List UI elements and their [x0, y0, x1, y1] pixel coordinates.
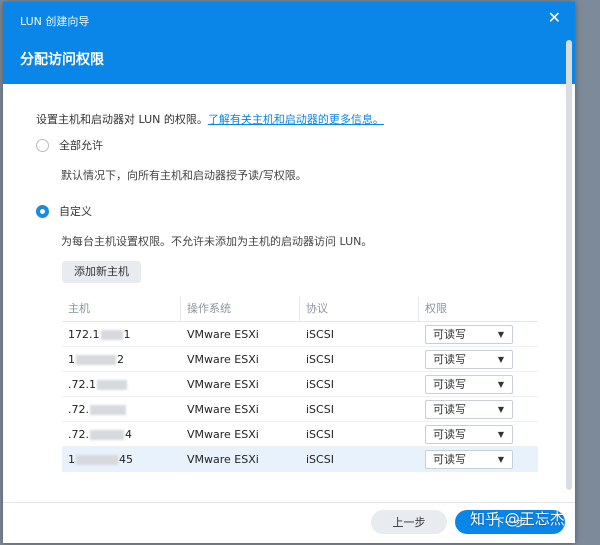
protocol-cell: iSCSI — [306, 452, 334, 466]
redacted-mark — [76, 354, 116, 365]
chevron-down-icon: ▼ — [497, 404, 504, 414]
column-header[interactable]: 协议 — [300, 297, 419, 321]
protocol-cell: iSCSI — [306, 427, 334, 441]
permission-select[interactable]: 可读写 ▼ — [425, 424, 513, 444]
host-table: 主机 操作系统 协议 权限 172.1 1 VMware ESXi iSCSI 可… — [62, 297, 538, 472]
protocol-cell: iSCSI — [306, 377, 334, 391]
lun-wizard-dialog: LUN 创建向导 ✕ 分配访问权限 设置主机和启动器对 LUN 的权限。了解有关… — [3, 2, 575, 543]
host-cell: 172.1 1 — [62, 328, 181, 341]
scrollbar[interactable] — [566, 40, 572, 490]
host-cell: .72. — [62, 403, 181, 416]
close-icon[interactable]: ✕ — [548, 10, 561, 26]
option-label: 全部允许 — [59, 139, 103, 152]
host-text: 45 — [119, 452, 133, 466]
permission-value: 可读写 — [433, 353, 466, 366]
radio-allow-all[interactable] — [36, 138, 49, 152]
host-text: .72.1 — [68, 377, 96, 391]
permission-value: 可读写 — [433, 328, 466, 341]
radio-custom[interactable] — [36, 204, 49, 218]
option-hint: 默认情况下，向所有主机和启动器授予读/写权限。 — [61, 169, 307, 182]
redacted-mark — [97, 379, 127, 390]
host-text: 172.1 — [68, 327, 100, 341]
permission-select[interactable]: 可读写 ▼ — [425, 399, 513, 419]
step-title: 分配访问权限 — [20, 52, 104, 68]
table-header: 主机 操作系统 协议 权限 — [62, 297, 538, 322]
permission-value: 可读写 — [433, 403, 466, 416]
os-cell: VMware ESXi — [187, 452, 259, 466]
option-custom[interactable]: 自定义 — [36, 203, 92, 219]
os-cell: VMware ESXi — [187, 402, 259, 416]
column-header[interactable]: 主机 — [62, 297, 181, 321]
table-row[interactable]: .72. 4 VMware ESXi iSCSI 可读写 ▼ — [62, 422, 538, 447]
chevron-down-icon: ▼ — [497, 454, 504, 464]
permission-cell: 可读写 ▼ — [419, 324, 538, 344]
permission-select[interactable]: 可读写 ▼ — [425, 349, 513, 369]
permission-value: 可读写 — [433, 428, 466, 441]
redacted-mark — [100, 329, 123, 340]
permission-select[interactable]: 可读写 ▼ — [425, 374, 513, 394]
host-text: .72. — [68, 427, 89, 441]
description: 设置主机和启动器对 LUN 的权限。了解有关主机和启动器的更多信息。 — [36, 111, 384, 127]
permission-cell: 可读写 ▼ — [419, 424, 538, 444]
host-text: 4 — [125, 427, 132, 441]
chevron-down-icon: ▼ — [497, 379, 504, 389]
help-link[interactable]: 了解有关主机和启动器的更多信息。 — [208, 113, 384, 126]
permission-value: 可读写 — [433, 453, 466, 466]
protocol-cell: iSCSI — [306, 327, 334, 341]
table-row[interactable]: .72. VMware ESXi iSCSI 可读写 ▼ — [62, 397, 538, 422]
permission-cell: 可读写 ▼ — [419, 374, 538, 394]
chevron-down-icon: ▼ — [497, 354, 504, 364]
redacted-mark — [90, 429, 124, 440]
protocol-cell: iSCSI — [306, 352, 334, 366]
column-header[interactable]: 权限 — [419, 297, 538, 321]
chevron-down-icon: ▼ — [497, 329, 504, 339]
host-text: 2 — [117, 352, 124, 366]
option-hint: 为每台主机设置权限。不允许未添加为主机的启动器访问 LUN。 — [61, 235, 373, 248]
host-text: .72. — [68, 402, 89, 416]
permission-cell: 可读写 ▼ — [419, 349, 538, 369]
option-label: 自定义 — [59, 205, 92, 218]
table-row[interactable]: 12 VMware ESXi iSCSI 可读写 ▼ — [62, 347, 538, 372]
watermark: 知乎 @王忘杰 — [470, 510, 565, 528]
protocol-cell: iSCSI — [306, 402, 334, 416]
table-row[interactable]: 1 45 VMware ESXi iSCSI 可读写 ▼ — [62, 447, 538, 472]
host-cell: .72.1 — [62, 378, 181, 391]
permission-select[interactable]: 可读写 ▼ — [425, 324, 513, 344]
add-host-button[interactable]: 添加新主机 — [62, 261, 141, 283]
os-cell: VMware ESXi — [187, 377, 259, 391]
option-allow-all[interactable]: 全部允许 — [36, 137, 103, 153]
host-text: 1 — [123, 327, 131, 341]
table-row[interactable]: .72.1 VMware ESXi iSCSI 可读写 ▼ — [62, 372, 538, 397]
table-row[interactable]: 172.1 1 VMware ESXi iSCSI 可读写 ▼ — [62, 322, 538, 347]
permission-cell: 可读写 ▼ — [419, 399, 538, 419]
os-cell: VMware ESXi — [187, 352, 259, 366]
wizard-title: LUN 创建向导 — [20, 15, 90, 28]
dialog-content: 设置主机和启动器对 LUN 的权限。了解有关主机和启动器的更多信息。 全部允许 … — [3, 84, 575, 504]
redacted-mark — [90, 404, 126, 415]
permission-select[interactable]: 可读写 ▼ — [425, 449, 513, 469]
os-cell: VMware ESXi — [187, 427, 259, 441]
redacted-mark — [76, 454, 118, 465]
os-cell: VMware ESXi — [187, 327, 259, 341]
host-cell: 1 45 — [62, 453, 181, 466]
host-cell: 12 — [62, 353, 181, 366]
host-text: 1 — [68, 452, 75, 466]
previous-button[interactable]: 上一步 — [371, 510, 447, 534]
description-text: 设置主机和启动器对 LUN 的权限。 — [36, 113, 208, 126]
permission-cell: 可读写 ▼ — [419, 449, 538, 469]
permission-value: 可读写 — [433, 378, 466, 391]
host-text: 1 — [68, 352, 75, 366]
chevron-down-icon: ▼ — [497, 429, 504, 439]
host-cell: .72. 4 — [62, 428, 181, 441]
column-header[interactable]: 操作系统 — [181, 297, 300, 321]
dialog-header: LUN 创建向导 ✕ 分配访问权限 — [3, 2, 575, 84]
